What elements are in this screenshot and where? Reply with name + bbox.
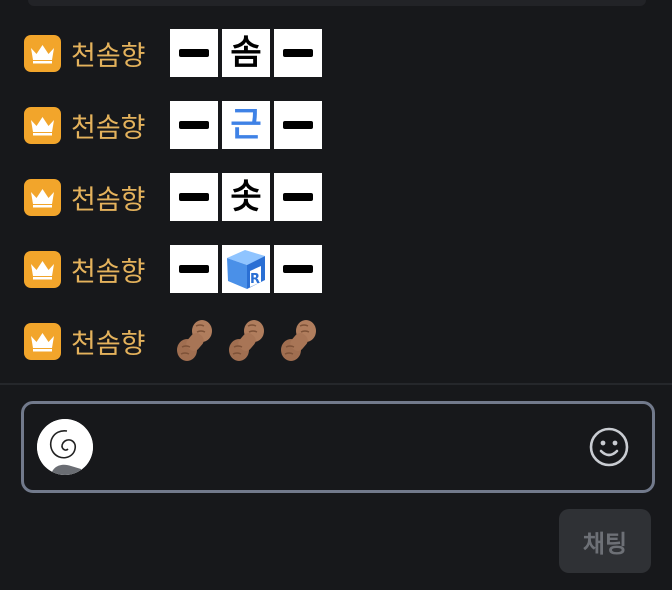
emote-syllable: 근 — [222, 101, 270, 149]
chat-message: 천솜향 근 — [24, 100, 326, 150]
chat-message: 천솜향 R — [24, 244, 326, 294]
chat-nickname[interactable]: 천솜향 — [71, 106, 165, 145]
chat-nickname[interactable]: 천솜향 — [71, 322, 165, 361]
chat-divider — [0, 383, 672, 385]
crown-badge-icon — [24, 178, 61, 216]
emote-dash — [170, 245, 218, 293]
crown-badge-icon — [24, 250, 61, 288]
chat-input-box[interactable] — [21, 401, 655, 493]
swirl-avatar-icon — [37, 419, 93, 475]
peanut-emoji-icon — [177, 320, 212, 361]
crown-badge-icon — [24, 106, 61, 144]
emote-dash — [274, 245, 322, 293]
emote-group: R — [170, 245, 326, 293]
crown-badge-icon — [24, 322, 61, 360]
crown-badge-icon — [24, 34, 61, 72]
chat-message: 천솜향 — [24, 316, 326, 366]
emote-dash — [274, 173, 322, 221]
chat-message: 천솜향 솟 — [24, 172, 326, 222]
smiley-icon[interactable] — [588, 426, 630, 468]
emote-cube-icon: R — [222, 245, 270, 293]
peanut-emoji-icon — [281, 320, 316, 361]
chat-nickname[interactable]: 천솜향 — [71, 178, 165, 217]
send-chat-button[interactable]: 채팅 — [559, 509, 651, 573]
chat-message: 천솜향 솜 — [24, 28, 326, 78]
peanut-emoji-icon — [229, 320, 264, 361]
svg-text:R: R — [250, 272, 260, 287]
emote-dash — [274, 101, 322, 149]
emote-syllable: 솟 — [222, 173, 270, 221]
emote-syllable: 솜 — [222, 29, 270, 77]
emote-group: 솟 — [170, 173, 326, 221]
chat-input[interactable] — [108, 424, 572, 472]
avatar[interactable] — [37, 419, 93, 475]
previous-message-strip — [28, 0, 646, 6]
chat-nickname[interactable]: 천솜향 — [71, 250, 165, 289]
emote-group: 근 — [170, 101, 326, 149]
emote-dash — [170, 173, 218, 221]
emote-dash — [274, 29, 322, 77]
emote-group — [170, 317, 326, 365]
emote-dash — [170, 101, 218, 149]
emote-group: 솜 — [170, 29, 326, 77]
chat-nickname[interactable]: 천솜향 — [71, 34, 165, 73]
emote-dash — [170, 29, 218, 77]
